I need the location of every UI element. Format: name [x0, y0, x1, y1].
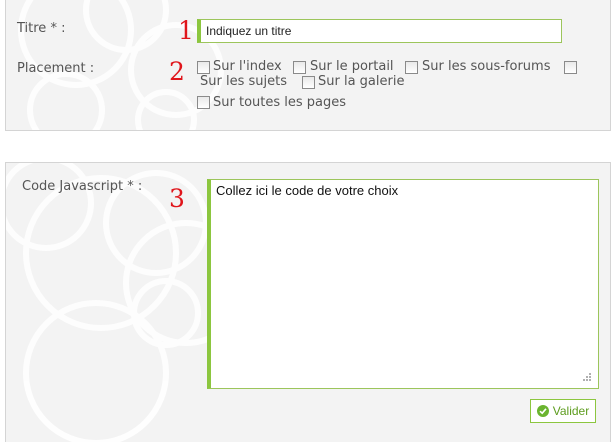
- title-placement-panel: Titre * : 1 Placement : 2 Sur l'index Su…: [5, 0, 611, 131]
- code-panel: Code Javascript * : 3 Valider: [5, 162, 611, 442]
- placement-option-portail[interactable]: [293, 61, 306, 76]
- validate-button[interactable]: Valider: [530, 399, 596, 423]
- step-number-2: 2: [169, 57, 185, 86]
- placement-option-label: Sur l'index: [213, 59, 282, 74]
- title-input[interactable]: [197, 19, 562, 43]
- checkbox-sujets[interactable]: [564, 61, 577, 74]
- placement-label: Placement :: [17, 61, 95, 76]
- title-label: Titre * :: [17, 21, 66, 36]
- checkbox-toutes-pages[interactable]: [197, 96, 210, 109]
- resize-grip-icon[interactable]: [580, 372, 592, 384]
- check-circle-icon: [536, 405, 549, 417]
- checkbox-galerie[interactable]: [302, 76, 315, 89]
- placement-option-label: Sur les sous-forums: [422, 59, 551, 74]
- placement-option-label: Sur les sujets: [200, 74, 287, 89]
- placement-option-galerie[interactable]: [302, 76, 315, 91]
- checkbox-portail[interactable]: [293, 61, 306, 74]
- code-textarea[interactable]: [207, 179, 599, 389]
- placement-option-sujets[interactable]: [564, 61, 577, 76]
- placement-option-sous-forums[interactable]: [405, 61, 418, 76]
- step-number-3: 3: [169, 184, 185, 213]
- placement-option-label: Sur la galerie: [318, 74, 405, 89]
- checkbox-index[interactable]: [197, 61, 210, 74]
- checkbox-sous-forums[interactable]: [405, 61, 418, 74]
- code-label: Code Javascript * :: [22, 179, 143, 194]
- placement-option-label: Sur toutes les pages: [213, 95, 347, 110]
- step-number-1: 1: [178, 16, 194, 45]
- placement-option-label: Sur le portail: [310, 59, 394, 74]
- placement-option-toutes-pages[interactable]: [197, 96, 210, 111]
- validate-button-label: Valider: [552, 404, 590, 418]
